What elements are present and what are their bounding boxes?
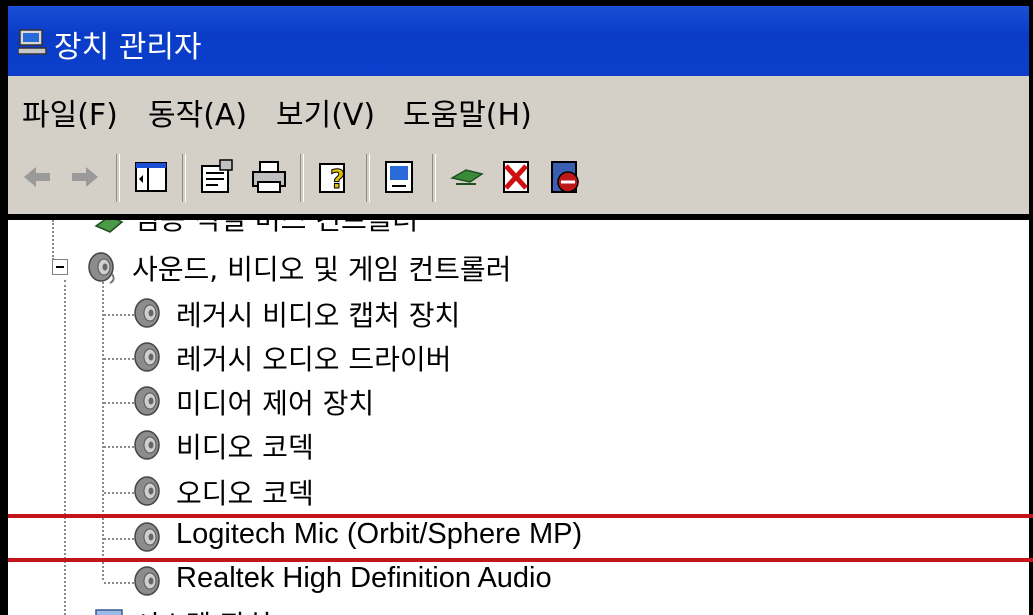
forward-arrow-icon[interactable] xyxy=(64,156,106,198)
tree-line xyxy=(64,280,66,615)
collapse-toggle[interactable] xyxy=(52,259,68,275)
toolbar: ? xyxy=(8,142,1029,214)
toolbar-separator xyxy=(116,154,120,202)
disable-icon[interactable] xyxy=(544,156,586,198)
menu-action[interactable]: 동작(A) xyxy=(148,90,247,134)
tree-line xyxy=(104,402,134,404)
title-bar[interactable]: 장치 관리자 xyxy=(8,6,1029,76)
tree-node-realtek-audio[interactable]: Realtek High Definition Audio xyxy=(176,562,552,595)
speaker-icon xyxy=(134,566,160,596)
scan-hardware-changes-icon[interactable] xyxy=(380,156,422,198)
system-device-icon xyxy=(95,609,123,615)
tree-line xyxy=(104,492,134,494)
window-title: 장치 관리자 xyxy=(54,30,202,65)
toolbar-separator xyxy=(300,154,304,202)
speaker-icon xyxy=(88,252,115,284)
tree-line xyxy=(104,314,134,316)
toolbar-separator xyxy=(182,154,186,202)
uninstall-icon[interactable] xyxy=(496,156,538,198)
help-icon[interactable]: ? xyxy=(314,156,356,198)
speaker-icon xyxy=(134,476,160,506)
tree-line xyxy=(104,582,134,584)
tree-node-device[interactable]: 오디오 코덱 xyxy=(176,472,314,512)
device-manager-icon xyxy=(18,29,47,55)
usb-controller-icon xyxy=(94,220,124,233)
back-arrow-icon[interactable] xyxy=(16,156,58,198)
menu-view[interactable]: 보기(V) xyxy=(276,90,375,134)
tree-node-system-devices-label[interactable]: 시스템 장치 xyxy=(134,604,272,615)
tree-line xyxy=(104,446,134,448)
toolbar-separator xyxy=(366,154,370,202)
tree-node-device[interactable]: 비디오 코덱 xyxy=(176,426,314,466)
speaker-icon xyxy=(134,298,160,328)
tree-node-device[interactable]: 미디어 제어 장치 xyxy=(176,382,374,422)
tree-node-sound-video-game-controllers[interactable]: 사운드, 비디오 및 게임 컨트롤러 xyxy=(132,248,511,288)
tree-node-device[interactable]: 레거시 오디오 드라이버 xyxy=(176,338,451,378)
print-icon[interactable] xyxy=(248,156,290,198)
tree-node-usb-controllers-label[interactable]: 범용 직렬 버스 컨트롤러 xyxy=(134,220,418,238)
toolbar-separator xyxy=(432,154,436,202)
svg-text:?: ? xyxy=(330,165,345,195)
tree-node-device[interactable]: 레거시 비디오 캡처 장치 xyxy=(176,294,460,334)
show-hide-console-tree-icon[interactable] xyxy=(130,156,172,198)
properties-icon[interactable] xyxy=(196,156,238,198)
menu-bar: 파일(F) 동작(A) 보기(V) 도움말(H) xyxy=(8,76,1029,143)
update-driver-icon[interactable] xyxy=(446,156,488,198)
speaker-icon xyxy=(134,430,160,460)
speaker-icon xyxy=(134,386,160,416)
tree-line xyxy=(52,220,54,260)
speaker-icon xyxy=(134,342,160,372)
tree-line xyxy=(104,358,134,360)
highlight-box xyxy=(8,514,1033,562)
menu-help[interactable]: 도움말(H) xyxy=(403,90,532,134)
menu-file[interactable]: 파일(F) xyxy=(22,90,118,134)
